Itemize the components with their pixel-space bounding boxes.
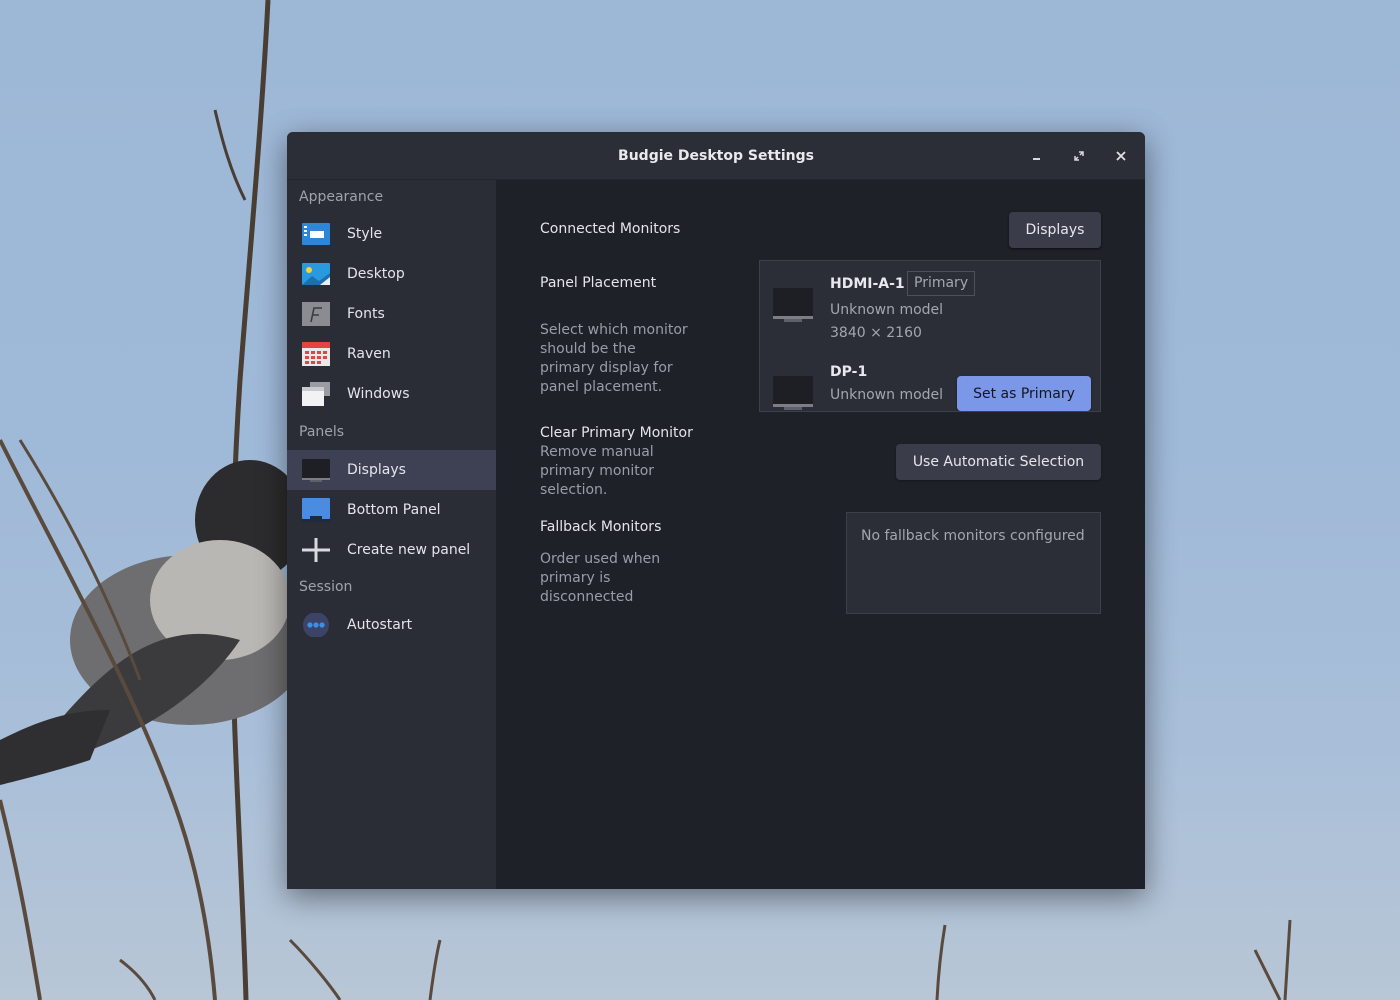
description-line: disconnected xyxy=(540,589,634,605)
displays-button-text: Displays xyxy=(1025,222,1085,238)
sidebar-item-style[interactable]: Style xyxy=(287,214,496,254)
maximize-icon xyxy=(1074,151,1084,161)
description-line: should be the xyxy=(540,341,636,357)
sidebar-item-label: Fonts xyxy=(347,306,385,322)
monitor-icon xyxy=(773,376,813,410)
description-line: primary is xyxy=(540,570,611,586)
sidebar-item-windows[interactable]: Windows xyxy=(287,374,496,414)
sidebar-item-label: Style xyxy=(347,226,383,242)
clear-primary-label: Clear Primary Monitor xyxy=(540,425,693,441)
fallback-empty-text: No fallback monitors configured xyxy=(861,528,1085,544)
fallback-monitors-label: Fallback Monitors xyxy=(540,519,662,535)
sidebar-item-label: Raven xyxy=(347,346,391,362)
raven-icon xyxy=(302,342,330,366)
set-as-primary-button[interactable]: Set as Primary xyxy=(957,376,1091,411)
close-icon xyxy=(1116,151,1126,161)
section-header-panels: Panels xyxy=(299,424,345,440)
fallback-monitors-description: Order used when primary is disconnected xyxy=(540,550,660,607)
sidebar-item-label: Create new panel xyxy=(347,542,471,558)
description-line: primary monitor xyxy=(540,463,655,479)
clear-primary-description: Remove manual primary monitor selection. xyxy=(540,443,654,500)
sidebar-item-label: Windows xyxy=(347,386,410,402)
sidebar-item-displays[interactable]: Displays xyxy=(287,450,496,490)
sidebar-item-raven[interactable]: Raven xyxy=(287,334,496,374)
monitor-model: Unknown model xyxy=(830,302,944,318)
bottom-panel-icon xyxy=(302,498,330,522)
monitor-model: Unknown model xyxy=(830,387,944,403)
description-line: panel placement. xyxy=(540,379,663,395)
use-automatic-selection-button[interactable]: Use Automatic Selection xyxy=(896,444,1101,480)
sidebar-item-fonts[interactable]: Fonts xyxy=(287,294,496,334)
sidebar: Appearance Style Desktop Fonts Raven Win… xyxy=(287,180,496,889)
sidebar-item-label: Desktop xyxy=(347,266,405,282)
description-line: Select which monitor xyxy=(540,322,688,338)
sidebar-item-desktop[interactable]: Desktop xyxy=(287,254,496,294)
title-bar[interactable]: Budgie Desktop Settings xyxy=(287,132,1145,180)
autostart-icon xyxy=(303,613,329,637)
maximize-button[interactable] xyxy=(1067,144,1091,168)
panel-placement-description: Select which monitor should be the prima… xyxy=(540,321,688,397)
set-as-primary-label: Set as Primary xyxy=(973,385,1075,402)
monitor-name-hdmi: HDMI-A-1 xyxy=(830,276,905,292)
close-button[interactable] xyxy=(1109,144,1133,168)
fonts-icon xyxy=(302,302,330,326)
panel-placement-label: Panel Placement xyxy=(540,275,657,291)
fallback-monitor-list[interactable]: No fallback monitors configured xyxy=(846,512,1101,614)
monitor-list[interactable]: HDMI-A-1 Primary Unknown model 3840 × 21… xyxy=(759,260,1101,412)
sidebar-item-create-new-panel[interactable]: Create new panel xyxy=(287,530,496,570)
sidebar-item-label: Bottom Panel xyxy=(347,502,441,518)
use-automatic-selection-label: Use Automatic Selection xyxy=(912,454,1085,470)
sidebar-item-label: Displays xyxy=(347,462,406,478)
description-line: selection. xyxy=(540,482,608,498)
desktop-icon xyxy=(302,263,330,285)
minimize-icon xyxy=(1033,158,1040,160)
displays-icon xyxy=(302,459,330,482)
monitor-name-dp: DP-1 xyxy=(830,364,868,380)
section-header-session: Session xyxy=(299,579,353,595)
sidebar-item-autostart[interactable]: Autostart xyxy=(287,605,496,645)
add-icon xyxy=(302,538,330,562)
connected-monitors-displays-button[interactable]: Displays xyxy=(1009,212,1101,248)
sidebar-item-bottom-panel[interactable]: Bottom Panel xyxy=(287,490,496,530)
window-title: Budgie Desktop Settings xyxy=(618,147,814,164)
primary-badge: Primary xyxy=(907,271,976,296)
section-header-appearance: Appearance xyxy=(299,189,384,205)
windows-icon xyxy=(302,382,330,406)
description-line: primary display for xyxy=(540,360,673,376)
style-icon xyxy=(302,223,330,245)
description-line: Order used when xyxy=(540,551,661,567)
description-line: Remove manual xyxy=(540,444,654,460)
sidebar-item-label: Autostart xyxy=(347,617,413,633)
monitor-resolution: 3840 × 2160 xyxy=(830,325,922,341)
connected-monitors-label: Connected Monitors xyxy=(540,221,681,237)
minimize-button[interactable] xyxy=(1025,144,1049,168)
monitor-icon xyxy=(773,288,813,322)
